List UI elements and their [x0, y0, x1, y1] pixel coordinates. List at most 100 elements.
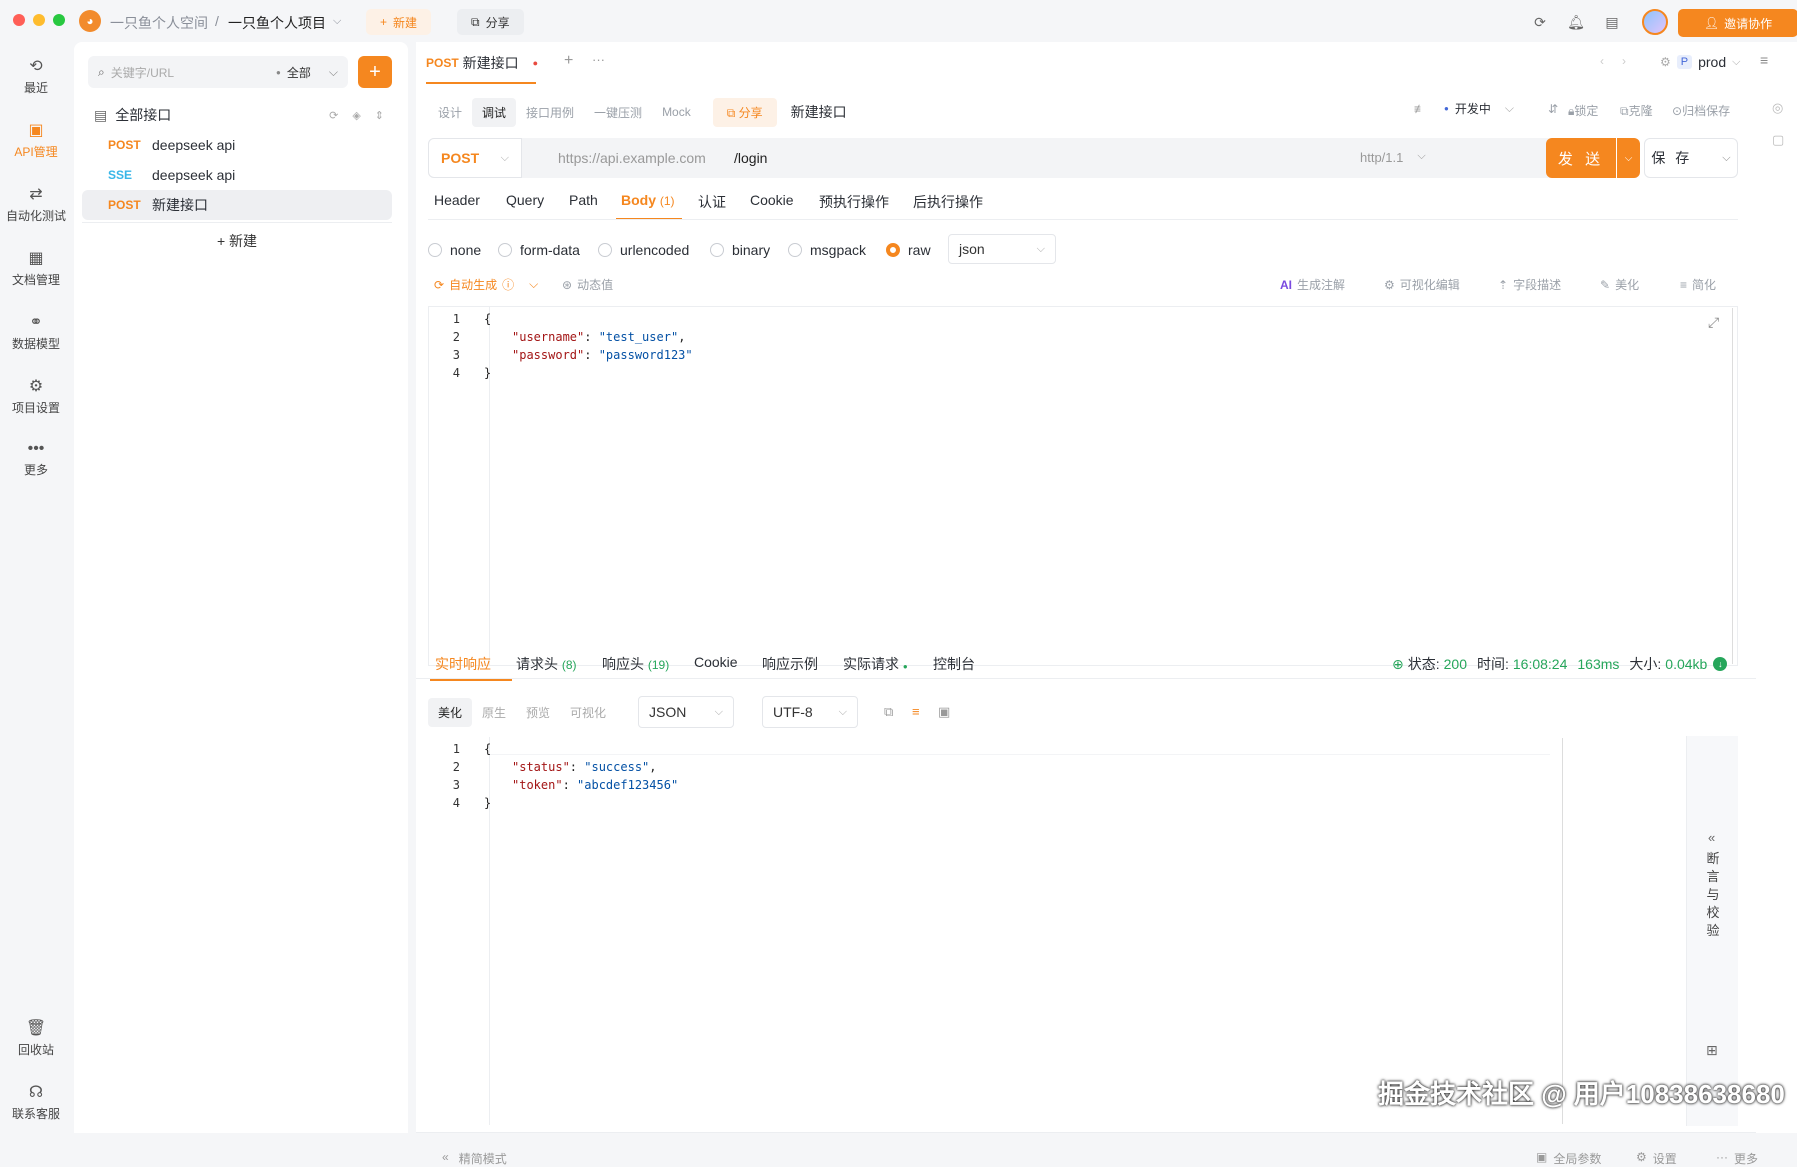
- radio-none[interactable]: none: [428, 242, 481, 258]
- info-icon[interactable]: ↓: [1713, 657, 1728, 671]
- bell-icon[interactable]: 🔔︎: [1566, 12, 1586, 32]
- close-window-button[interactable]: [13, 14, 25, 26]
- expand-icon[interactable]: ⤢: [1708, 314, 1719, 331]
- rail-item-recent[interactable]: ⟲ 最近: [0, 56, 72, 96]
- tab-mock[interactable]: Mock: [652, 99, 701, 125]
- breadcrumb-project[interactable]: 一只鱼个人项目: [228, 13, 326, 33]
- save-response-icon[interactable]: ▣: [938, 704, 950, 720]
- editor-scrollbar[interactable]: [1562, 738, 1563, 1124]
- editor-scrollbar[interactable]: [1732, 308, 1733, 664]
- mode-preview[interactable]: 预览: [516, 698, 560, 727]
- tab-response-cookie[interactable]: Cookie: [694, 654, 738, 670]
- tab-debug[interactable]: 调试: [472, 97, 517, 127]
- tab-design[interactable]: 设计: [428, 98, 472, 127]
- filter-select[interactable]: 全部: [287, 64, 311, 81]
- url-path-input[interactable]: /login: [734, 150, 767, 166]
- tab-header[interactable]: Header: [434, 192, 480, 208]
- environment-select[interactable]: ⚙ P prod ⌵: [1660, 48, 1740, 76]
- footer-more-button[interactable]: ··· 更多: [1716, 1150, 1758, 1167]
- rail-item-support[interactable]: ☊ 联系客服: [0, 1082, 72, 1122]
- mode-visual[interactable]: 可视化: [560, 698, 616, 727]
- ai-comment-button[interactable]: AI 生成注解: [1280, 276, 1345, 293]
- beautify-button[interactable]: ✎ 美化: [1600, 276, 1639, 293]
- tab-post-script[interactable]: 后执行操作: [913, 192, 983, 212]
- invite-button[interactable]: 👤︎ 邀请协作: [1678, 9, 1797, 37]
- search-input[interactable]: ⌕ 关键字/URL ● 全部 ⌵: [88, 56, 348, 88]
- dynamic-value-button[interactable]: ⊛ 动态值: [562, 276, 613, 293]
- tab-prev-icon[interactable]: ‹: [1600, 54, 1604, 68]
- tab-cookie[interactable]: Cookie: [750, 192, 794, 208]
- breadcrumb-workspace[interactable]: 一只鱼个人空间: [110, 13, 208, 33]
- collapse-left-icon[interactable]: «: [1708, 830, 1715, 845]
- tab-active-request[interactable]: POST 新建接口 ●: [426, 42, 538, 84]
- auto-generate-button[interactable]: ⟳ 自动生成 ⓘ ⌵: [434, 276, 538, 293]
- rail-item-data-model[interactable]: ⚭ 数据模型: [0, 312, 72, 352]
- rail-item-automation[interactable]: ⇄ 自动化测试: [0, 184, 72, 224]
- rail-item-trash[interactable]: 🗑︎ 回收站: [0, 1018, 72, 1058]
- tab-actual-request[interactable]: 实际请求 ●: [843, 654, 908, 674]
- field-desc-button[interactable]: ⇡ 字段描述: [1498, 276, 1561, 293]
- message-icon[interactable]: ▤: [1602, 12, 1622, 32]
- avatar[interactable]: [1642, 9, 1668, 35]
- tab-auth[interactable]: 认证: [698, 192, 726, 212]
- protocol-select[interactable]: http/1.1 ⌵: [1360, 150, 1426, 165]
- footer-settings-button[interactable]: ⚙ 设置: [1636, 1150, 1677, 1167]
- send-button[interactable]: 发 送: [1546, 138, 1616, 178]
- chevron-down-icon[interactable]: ⌵: [333, 15, 341, 28]
- tree-item-selected[interactable]: POST 新建接口: [82, 190, 392, 220]
- add-api-button[interactable]: +: [358, 56, 392, 88]
- tree-item[interactable]: SSE deepseek api: [82, 160, 392, 190]
- tab-pre-script[interactable]: 预执行操作: [819, 192, 889, 212]
- send-options-button[interactable]: ⌵: [1617, 138, 1640, 178]
- radio-raw[interactable]: raw: [886, 242, 931, 258]
- layout-icon[interactable]: ⊞: [1706, 1042, 1718, 1059]
- tab-console[interactable]: 控制台: [933, 654, 975, 674]
- tab-cases[interactable]: 接口用例: [516, 98, 584, 127]
- simplify-button[interactable]: ≡ 简化: [1680, 276, 1716, 293]
- radio-form-data[interactable]: form-data: [498, 242, 580, 258]
- tab-next-icon[interactable]: ›: [1622, 54, 1626, 68]
- archive-button[interactable]: ⊙归档保存: [1672, 102, 1730, 119]
- maximize-window-button[interactable]: [53, 14, 65, 26]
- refresh-icon[interactable]: ⟳: [1530, 12, 1550, 32]
- tab-query[interactable]: Query: [506, 192, 544, 208]
- tab-request-headers[interactable]: 请求头 (8): [516, 654, 577, 674]
- lock-button[interactable]: 🔒︎锁定: [1568, 102, 1598, 119]
- save-button[interactable]: 保 存 ⌵: [1644, 138, 1738, 178]
- raw-format-select[interactable]: json ⌵: [948, 234, 1056, 264]
- info-panel-icon[interactable]: ◎: [1772, 100, 1783, 116]
- tab-stress[interactable]: 一键压测: [584, 98, 652, 127]
- add-tab-icon[interactable]: +: [564, 52, 573, 70]
- rail-item-more[interactable]: ••• 更多: [0, 440, 72, 478]
- tab-body[interactable]: Body (1): [621, 192, 675, 208]
- status-select[interactable]: ≢ ● 开发中 ⌵: [1414, 100, 1514, 117]
- radio-urlencoded[interactable]: urlencoded: [598, 242, 689, 258]
- menu-icon[interactable]: ≡: [1760, 52, 1768, 68]
- new-item-button[interactable]: + 新建: [82, 226, 392, 256]
- api-title[interactable]: 新建接口: [791, 102, 847, 122]
- rail-item-docs[interactable]: ▦ 文档管理: [0, 248, 72, 288]
- tab-path[interactable]: Path: [569, 192, 598, 208]
- more-tabs-icon[interactable]: ···: [592, 52, 605, 67]
- tab-response-example[interactable]: 响应示例: [762, 654, 818, 674]
- refresh-icon[interactable]: ⟳: [329, 109, 338, 122]
- mode-raw[interactable]: 原生: [472, 698, 516, 727]
- history-icon[interactable]: ⇵: [1548, 102, 1558, 116]
- global-params-button[interactable]: ▣ 全局参数: [1536, 1150, 1601, 1167]
- minimize-window-button[interactable]: [33, 14, 45, 26]
- tab-realtime-response[interactable]: 实时响应: [435, 654, 491, 674]
- method-select[interactable]: POST ⌵: [428, 138, 522, 178]
- copy-icon[interactable]: ⧉: [884, 704, 893, 720]
- radio-binary[interactable]: binary: [710, 242, 770, 258]
- sort-icon[interactable]: ⇕: [375, 109, 384, 122]
- new-button[interactable]: + 新建: [366, 9, 432, 35]
- rail-item-settings[interactable]: ⚙ 项目设置: [0, 376, 72, 416]
- clone-button[interactable]: ⧉克隆: [1620, 102, 1653, 119]
- tab-response-headers[interactable]: 响应头 (19): [602, 654, 669, 674]
- wrap-icon[interactable]: ≡: [912, 704, 920, 719]
- share-doc-button[interactable]: ⧉ 分享: [712, 97, 777, 127]
- rail-item-api[interactable]: ▣ API管理: [0, 120, 72, 160]
- response-format-select[interactable]: JSON ⌵: [638, 696, 734, 728]
- locate-icon[interactable]: ◈: [352, 109, 360, 122]
- tree-root-all[interactable]: ▤ 全部接口 ⟳ ◈ ⇕: [82, 100, 392, 130]
